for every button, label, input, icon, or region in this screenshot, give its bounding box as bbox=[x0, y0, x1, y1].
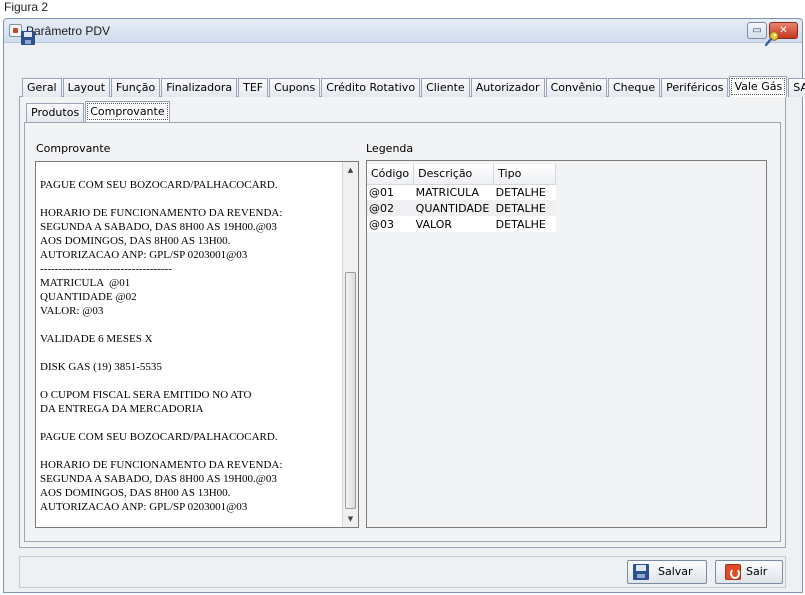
column-header-tipo[interactable]: Tipo bbox=[493, 164, 557, 185]
main-tab-strip: Geral Layout Função Finalizadora TEF Cupons Cr… bbox=[22, 76, 805, 97]
tab-sat[interactable]: SAT bbox=[788, 78, 805, 97]
exit-button[interactable]: Sair bbox=[715, 560, 783, 584]
tab-cheque[interactable]: Cheque bbox=[607, 78, 661, 97]
save-button-label: Salvar bbox=[658, 565, 693, 578]
tab-autorizador[interactable]: Autorizador bbox=[470, 78, 545, 97]
exit-button-label: Sair bbox=[746, 565, 768, 578]
save-button[interactable]: Salvar bbox=[627, 560, 707, 584]
tab-geral[interactable]: Geral bbox=[22, 78, 62, 97]
table-row[interactable]: @01 MATRICULA DETALHE bbox=[367, 184, 556, 200]
figure-caption: Figura 2 bbox=[4, 0, 49, 14]
subtab-comprovante[interactable]: Comprovante bbox=[85, 101, 170, 122]
legenda-label: Legenda bbox=[366, 142, 414, 155]
tab-finalizadora[interactable]: Finalizadora bbox=[161, 78, 238, 97]
cell-descricao: VALOR bbox=[413, 216, 494, 232]
tab-cliente[interactable]: Cliente bbox=[421, 78, 470, 97]
title-bar: Parâmetro PDV ▭ ✕ bbox=[4, 19, 802, 43]
scroll-down-arrow-icon[interactable]: ▼ bbox=[343, 511, 358, 527]
cell-tipo: DETALHE bbox=[493, 184, 556, 200]
column-header-descricao[interactable]: Descrição bbox=[413, 164, 495, 185]
power-off-icon bbox=[725, 564, 741, 580]
table-row[interactable]: @03 VALOR DETALHE bbox=[367, 216, 556, 232]
cell-descricao: QUANTIDADE bbox=[413, 200, 494, 216]
tab-funcao[interactable]: Função bbox=[111, 78, 161, 97]
cell-descricao: MATRICULA bbox=[413, 184, 494, 200]
table-row[interactable]: @02 QUANTIDADE DETALHE bbox=[367, 200, 556, 216]
tab-vale-gas[interactable]: Vale Gás bbox=[729, 76, 788, 97]
tab-credito-rotativo[interactable]: Crédito Rotativo bbox=[321, 78, 421, 97]
comprovante-label: Comprovante bbox=[36, 142, 111, 155]
window-title: Parâmetro PDV bbox=[26, 24, 111, 38]
column-header-codigo[interactable]: Código bbox=[367, 164, 415, 185]
tab-layout[interactable]: Layout bbox=[62, 78, 111, 97]
floppy-disk-icon[interactable] bbox=[21, 31, 35, 45]
subtab-produtos[interactable]: Produtos bbox=[26, 103, 85, 122]
comprovante-text[interactable]: PAGUE COM SEU BOZOCARD/PALHACOCARD. HORA… bbox=[40, 164, 340, 514]
tab-convenio[interactable]: Convênio bbox=[545, 78, 607, 97]
tab-perifericos[interactable]: Periféricos bbox=[661, 78, 729, 97]
sub-tab-strip: Produtos Comprovante bbox=[26, 101, 171, 122]
floppy-disk-icon bbox=[633, 564, 649, 580]
cell-tipo: DETALHE bbox=[493, 216, 556, 232]
cell-codigo: @03 bbox=[367, 216, 414, 232]
cell-codigo: @01 bbox=[367, 184, 414, 200]
key-icon[interactable] bbox=[763, 30, 781, 48]
scrollbar-thumb[interactable] bbox=[345, 272, 356, 509]
legenda-table: Código Descrição Tipo @01 MATRICULA DETA… bbox=[367, 164, 557, 232]
cell-codigo: @02 bbox=[367, 200, 414, 216]
tab-tef[interactable]: TEF bbox=[238, 78, 269, 97]
legenda-table-container: Código Descrição Tipo @01 MATRICULA DETA… bbox=[366, 160, 767, 528]
comprovante-textarea[interactable]: PAGUE COM SEU BOZOCARD/PALHACOCARD. HORA… bbox=[35, 161, 359, 528]
tab-cupons[interactable]: Cupons bbox=[269, 78, 321, 97]
scroll-up-arrow-icon[interactable]: ▲ bbox=[343, 162, 358, 178]
cell-tipo: DETALHE bbox=[493, 200, 556, 216]
comprovante-scrollbar[interactable]: ▲ ▼ bbox=[342, 162, 358, 527]
